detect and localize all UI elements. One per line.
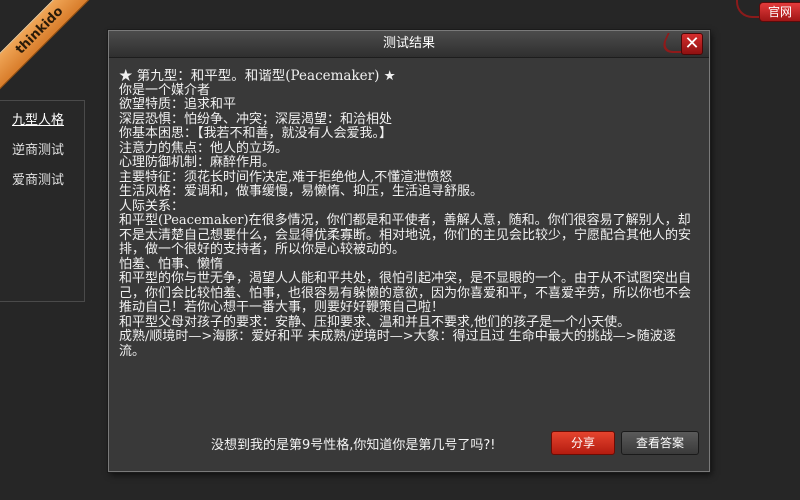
result-summary-text: 没想到我的是第9号性格,你知道你是第几号了吗?! xyxy=(211,438,496,453)
result-line: 和平型父母对孩子的要求：安静、压抑要求、温和并且不要求,他们的孩子是一个小天使。 xyxy=(119,314,631,330)
close-icon: ✕ xyxy=(684,33,700,54)
official-site-area: 官网 xyxy=(736,0,800,22)
result-line: 你基本困思：【我若不和善，就没有人会爱我。】 xyxy=(119,126,393,141)
sidebar-item-enneagram[interactable]: 九型人格 xyxy=(0,106,84,136)
result-line: 心理防御机制：麻醉作用。 xyxy=(119,155,276,170)
result-line: 注意力的焦点：他人的立场。 xyxy=(119,140,289,156)
view-answer-button[interactable]: 查看答案 xyxy=(621,431,699,455)
result-line: 生活风格：爱调和，做事缓慢，易懒惰、抑压，生活追寻舒服。 xyxy=(119,184,484,199)
dialog-footer: 没想到我的是第9号性格,你知道你是第几号了吗?! 分享 查看答案 xyxy=(109,431,709,455)
share-button[interactable]: 分享 xyxy=(551,431,615,455)
result-line: 人际关系： xyxy=(119,198,185,214)
result-line: 成熟/顺境时—>海豚：爱好和平 未成熟/逆境时—>大象：得过且过 生命中最大的挑… xyxy=(119,329,676,359)
result-line: 深层恐惧：怕纷争、冲突；深层渴望：和洽相处 xyxy=(119,111,393,127)
official-site-button[interactable]: 官网 xyxy=(759,2,800,22)
result-paragraph: 和平型的你与世无争，渴望人人能和平共处，很怕引起冲突，是不显眼的一个。由于从不试… xyxy=(119,271,692,315)
result-content: ★ 第九型：和平型。和谐型(Peacemaker) ★ 你是一个媒介者 欲望特质… xyxy=(119,69,701,421)
result-line: 欲望特质：追求和平 xyxy=(119,97,237,112)
dialog-title-bar[interactable]: 测试结果 ✕ xyxy=(109,31,709,58)
sidebar-item-label: 逆商测试 xyxy=(12,143,65,158)
result-line: 主要特征：须花长时间作决定,难于拒绝他人,不懂渲泄愤怒 xyxy=(119,169,453,185)
sidebar-item-adversity-test[interactable]: 逆商测试 xyxy=(0,136,84,166)
result-line: 你是一个媒介者 xyxy=(119,82,211,98)
result-line: 怕羞、怕事、懒惰 xyxy=(119,256,224,272)
brand-ribbon[interactable]: thinkido xyxy=(0,0,106,97)
dialog-title: 测试结果 xyxy=(382,36,435,51)
result-dialog: 测试结果 ✕ ★ 第九型：和平型。和谐型(Peacemaker) ★ 你是一个媒… xyxy=(108,30,710,472)
result-paragraph: 和平型(Peacemaker)在很多情况，你们都是和平使者，善解人意，随和。你们… xyxy=(119,213,692,257)
close-area: ✕ xyxy=(658,31,703,55)
result-heading: ★ 第九型：和平型。和谐型(Peacemaker) ★ xyxy=(119,69,396,84)
close-button[interactable]: ✕ xyxy=(681,33,703,55)
sidebar-menu: 九型人格 逆商测试 爱商测试 xyxy=(0,100,85,302)
sidebar-item-label: 九型人格 xyxy=(12,113,65,128)
sidebar-item-love-test[interactable]: 爱商测试 xyxy=(0,166,84,196)
sidebar-item-label: 爱商测试 xyxy=(12,173,65,188)
